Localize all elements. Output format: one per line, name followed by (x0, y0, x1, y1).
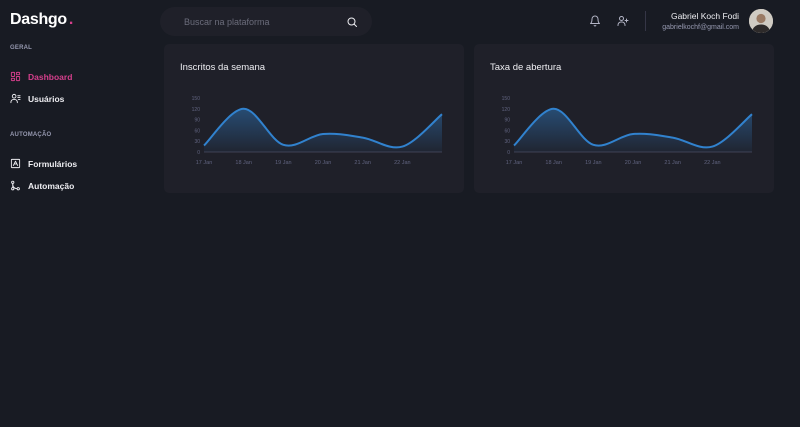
x-tick-label: 19 Jan (585, 160, 602, 166)
search-icon[interactable] (346, 16, 358, 28)
y-tick-label: 90 (504, 118, 510, 124)
x-tick-label: 21 Jan (354, 160, 371, 166)
sidebar-item-label: Formulários (28, 158, 78, 169)
y-tick-label: 0 (197, 150, 200, 156)
sidebar-item-label: Automação (28, 180, 75, 191)
sidebar-item-automacao[interactable]: Automação (10, 180, 74, 191)
sidebar-item-label: Dashboard (28, 71, 73, 82)
notification-bell-icon[interactable] (589, 15, 601, 27)
y-tick-label: 30 (504, 139, 510, 145)
y-tick-label: 60 (504, 128, 510, 134)
chart-taxa-abertura: 0 30 60 90 120 150 17 Jan 18 Jan 19 Jan 20 Jan 21 … (502, 96, 753, 166)
logo-text: Dashgo (10, 11, 67, 28)
sidebar-item-usuarios[interactable]: Usuários (10, 93, 64, 104)
x-tick-label: 22 Jan (704, 160, 721, 166)
y-tick-label: 90 (194, 118, 200, 124)
x-tick-label: 21 Jan (664, 160, 681, 166)
search-bar[interactable] (160, 7, 372, 36)
add-user-icon[interactable] (617, 15, 629, 27)
y-tick-label: 120 (192, 107, 201, 113)
sidebar-item-dashboard[interactable]: Dashboard (10, 71, 72, 82)
search-input[interactable] (184, 16, 346, 27)
y-tick-label: 150 (192, 96, 201, 102)
x-tick-label: 19 Jan (275, 160, 292, 166)
sidebar-section-automacao: AUTOMAÇÃO (10, 132, 52, 138)
y-tick-label: 150 (502, 96, 511, 102)
x-tick-label: 22 Jan (394, 160, 411, 166)
x-tick-label: 17 Jan (196, 160, 213, 166)
sidebar-item-formularios[interactable]: Formulários (10, 158, 77, 169)
logo-dot: . (68, 11, 74, 28)
sidebar-section-geral: GERAL (10, 45, 32, 51)
chart-card-taxa-abertura: Taxa de abertura 0 30 60 90 120 150 17 Jan 18 J… (474, 44, 774, 193)
chart-inscritos: 0 30 60 90 120 150 17 Jan 18 Jan 19 Jan 20 Jan 21 … (192, 96, 443, 166)
x-tick-label: 18 Jan (235, 160, 252, 166)
users-icon (10, 93, 21, 104)
y-tick-label: 30 (194, 139, 200, 145)
x-tick-label: 18 Jan (545, 160, 562, 166)
dashboard-icon (10, 71, 21, 82)
x-tick-label: 17 Jan (506, 160, 523, 166)
y-tick-label: 0 (507, 150, 510, 156)
sidebar-item-label: Usuários (28, 93, 65, 104)
chart-card-inscritos: Inscritos da semana 0 30 60 90 120 150 17 Jan 1… (164, 44, 464, 193)
profile-email: gabrielkochf@gmail.com (662, 24, 739, 31)
profile-name: Gabriel Koch Fodi (670, 11, 739, 21)
y-tick-label: 60 (194, 128, 200, 134)
x-tick-label: 20 Jan (315, 160, 332, 166)
avatar[interactable] (749, 9, 773, 33)
logo[interactable]: Dashgo. (10, 11, 73, 29)
y-tick-label: 120 (502, 107, 511, 113)
x-tick-label: 20 Jan (625, 160, 642, 166)
form-icon (10, 158, 21, 169)
git-merge-icon (10, 180, 21, 191)
header-divider (645, 11, 646, 31)
